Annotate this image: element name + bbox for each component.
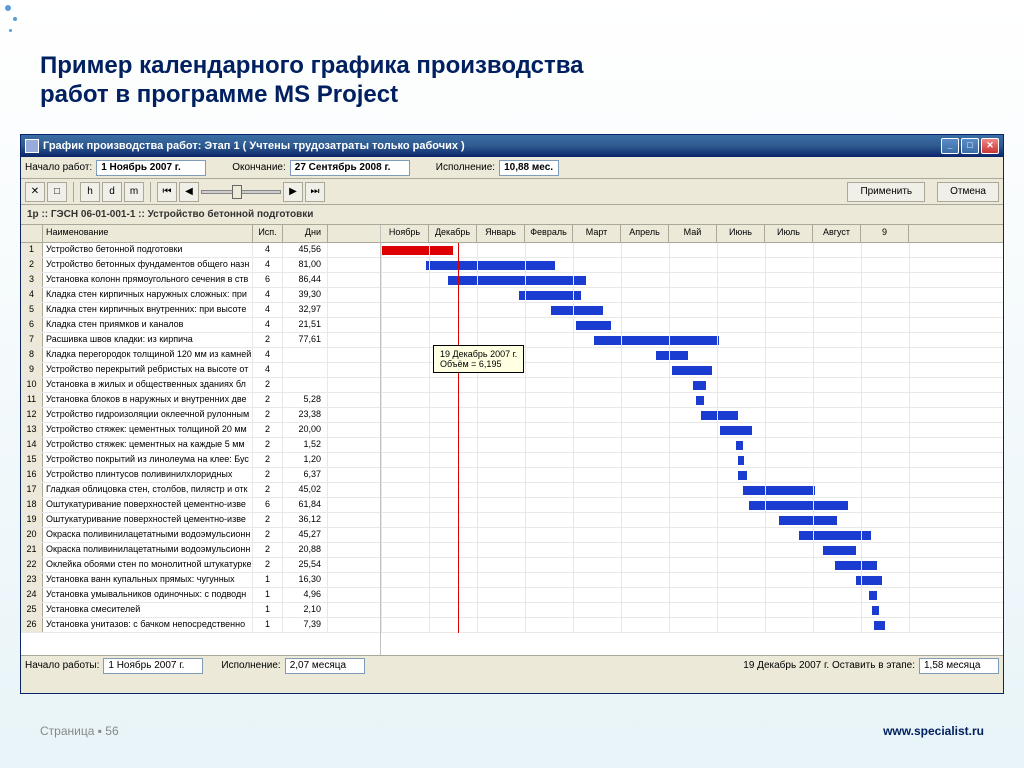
nav-last-icon[interactable]: ⏭ xyxy=(305,182,325,202)
sb-today-label: 19 Декабрь 2007 г. Оставить в этапе: xyxy=(743,660,915,671)
zoom-slider[interactable] xyxy=(201,190,281,194)
window-title: График производства работ: Этап 1 ( Учте… xyxy=(43,140,465,152)
delete-icon[interactable]: ✕ xyxy=(25,182,45,202)
end-date-label: Окончание: xyxy=(232,162,286,173)
corner-decor xyxy=(5,5,45,45)
sb-start-input[interactable] xyxy=(103,658,203,674)
month-cell[interactable]: Декабрь xyxy=(429,225,477,242)
table-row[interactable]: 21Окраска поливинилацетатными водоэмульс… xyxy=(21,543,380,558)
scale-m-button[interactable]: m xyxy=(124,182,144,202)
slide-title: Пример календарного графика производства… xyxy=(40,52,584,110)
table-row[interactable]: 20Окраска поливинилацетатными водоэмульс… xyxy=(21,528,380,543)
table-row[interactable]: 16Устройство плинтусов поливинилхлоридны… xyxy=(21,468,380,483)
month-cell[interactable]: Май xyxy=(669,225,717,242)
sb-exec-input[interactable] xyxy=(285,658,365,674)
col-isp[interactable]: Исп. xyxy=(253,225,283,242)
col-num[interactable] xyxy=(21,225,43,242)
table-row[interactable]: 23Установка ванн купальных прямых: чугун… xyxy=(21,573,380,588)
minimize-button[interactable]: _ xyxy=(941,138,959,154)
app-window: График производства работ: Этап 1 ( Учте… xyxy=(20,134,1004,694)
toolbar-buttons: ✕ □ h d m ⏮ ◀ ▶ ⏭ Применить Отмена xyxy=(21,179,1003,205)
month-cell[interactable]: Июнь xyxy=(717,225,765,242)
table-row[interactable]: 2Устройство бетонных фундаментов общего … xyxy=(21,258,380,273)
cancel-button[interactable]: Отмена xyxy=(937,182,999,202)
start-date-input[interactable] xyxy=(96,160,206,176)
month-cell[interactable]: Ноябрь xyxy=(381,225,429,242)
slide-footer: Страница ▪ 56 www.specialist.ru xyxy=(40,724,984,738)
table-row[interactable]: 25Установка смесителей12,10 xyxy=(21,603,380,618)
grid-area: Наименование Исп. Дни 1Устройство бетонн… xyxy=(21,225,1003,655)
sb-start-label: Начало работы: xyxy=(25,660,99,671)
titlebar[interactable]: График производства работ: Этап 1 ( Учте… xyxy=(21,135,1003,157)
nav-prev-icon[interactable]: ◀ xyxy=(179,182,199,202)
exec-label: Исполнение: xyxy=(436,162,495,173)
footer-url: www.specialist.ru xyxy=(883,724,984,738)
table-row[interactable]: 10Установка в жилых и общественных здани… xyxy=(21,378,380,393)
table-row[interactable]: 26Установка унитазов: с бачком непосредс… xyxy=(21,618,380,633)
task-table: Наименование Исп. Дни 1Устройство бетонн… xyxy=(21,225,381,655)
gantt-header: НоябрьДекабрьЯнварьФевральМартАпрельМайИ… xyxy=(381,225,1003,243)
scale-d-button[interactable]: d xyxy=(102,182,122,202)
apply-button[interactable]: Применить xyxy=(847,182,925,202)
table-row[interactable]: 13Устройство стяжек: цементных толщиной … xyxy=(21,423,380,438)
table-row[interactable]: 5Кладка стен кирпичных внутренних: при в… xyxy=(21,303,380,318)
page-number: Страница ▪ 56 xyxy=(40,724,119,738)
app-icon xyxy=(25,139,39,153)
month-cell[interactable]: Август xyxy=(813,225,861,242)
table-row[interactable]: 14Устройство стяжек: цементных на каждые… xyxy=(21,438,380,453)
sb-rest-input[interactable] xyxy=(919,658,999,674)
month-cell[interactable]: Февраль xyxy=(525,225,573,242)
gantt-chart: НоябрьДекабрьЯнварьФевральМартАпрельМайИ… xyxy=(381,225,1003,655)
tooltip: 19 Декабрь 2007 г.Объём = 6,195 xyxy=(433,345,524,373)
table-row[interactable]: 12Устройство гидроизоляции оклеечной рул… xyxy=(21,408,380,423)
month-cell[interactable]: Июль xyxy=(765,225,813,242)
context-line: 1р :: ГЭСН 06-01-001-1 :: Устройство бет… xyxy=(21,205,1003,225)
table-row[interactable]: 8Кладка перегородок толщиной 120 мм из к… xyxy=(21,348,380,363)
start-date-label: Начало работ: xyxy=(25,162,92,173)
col-days[interactable]: Дни xyxy=(283,225,328,242)
close-button[interactable]: ✕ xyxy=(981,138,999,154)
nav-next-icon[interactable]: ▶ xyxy=(283,182,303,202)
statusbar: Начало работы: Исполнение: 19 Декабрь 20… xyxy=(21,655,1003,675)
table-row[interactable]: 7Расшивка швов кладки: из кирпича277,61 xyxy=(21,333,380,348)
table-row[interactable]: 1Устройство бетонной подготовки445,56 xyxy=(21,243,380,258)
table-row[interactable]: 17Гладкая облицовка стен, столбов, пиляс… xyxy=(21,483,380,498)
month-cell[interactable]: Март xyxy=(573,225,621,242)
scale-h-button[interactable]: h xyxy=(80,182,100,202)
month-cell[interactable]: 9 xyxy=(861,225,909,242)
table-row[interactable]: 11Установка блоков в наружных и внутренн… xyxy=(21,393,380,408)
table-header: Наименование Исп. Дни xyxy=(21,225,380,243)
table-row[interactable]: 4Кладка стен кирпичных наружных сложных:… xyxy=(21,288,380,303)
nav-first-icon[interactable]: ⏮ xyxy=(157,182,177,202)
table-row[interactable]: 3Установка колонн прямоугольного сечения… xyxy=(21,273,380,288)
table-row[interactable]: 24Установка умывальников одиночных: с по… xyxy=(21,588,380,603)
end-date-input[interactable] xyxy=(290,160,410,176)
new-icon[interactable]: □ xyxy=(47,182,67,202)
table-row[interactable]: 19Оштукатуривание поверхностей цементно-… xyxy=(21,513,380,528)
table-row[interactable]: 18Оштукатуривание поверхностей цементно-… xyxy=(21,498,380,513)
exec-value: 10,88 мес. xyxy=(499,160,559,176)
table-row[interactable]: 22Оклейка обоями стен по монолитной штук… xyxy=(21,558,380,573)
col-name[interactable]: Наименование xyxy=(43,225,253,242)
today-line xyxy=(458,243,459,633)
table-row[interactable]: 15Устройство покрытий из линолеума на кл… xyxy=(21,453,380,468)
month-cell[interactable]: Апрель xyxy=(621,225,669,242)
table-row[interactable]: 9Устройство перекрытий ребристых на высо… xyxy=(21,363,380,378)
toolbar-dates: Начало работ: Окончание: Исполнение: 10,… xyxy=(21,157,1003,179)
table-row[interactable]: 6Кладка стен приямков и каналов421,51 xyxy=(21,318,380,333)
maximize-button[interactable]: □ xyxy=(961,138,979,154)
sb-exec-label: Исполнение: xyxy=(221,660,280,671)
month-cell[interactable]: Январь xyxy=(477,225,525,242)
